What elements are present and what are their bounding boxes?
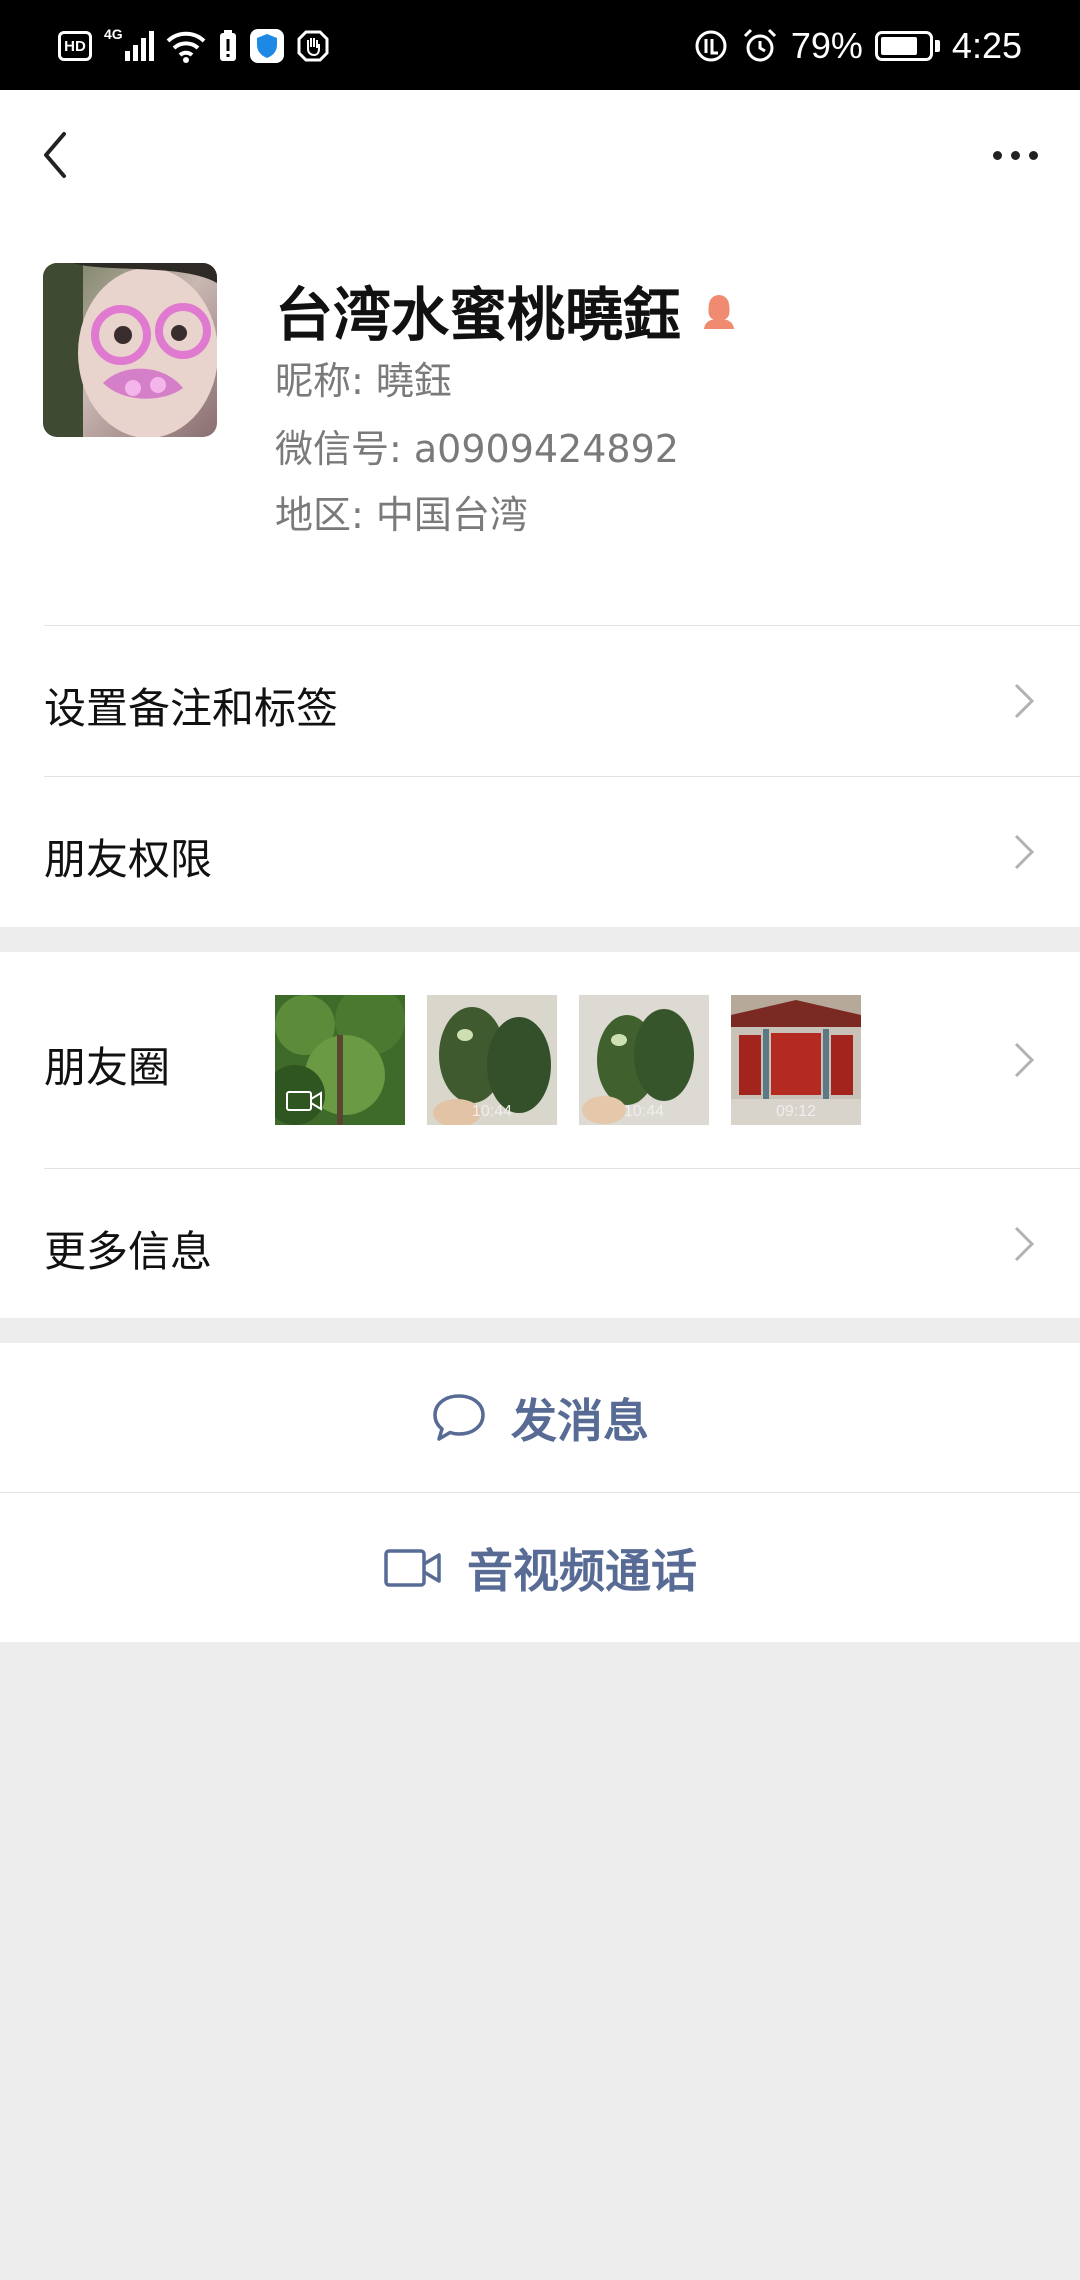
more-options-icon[interactable] xyxy=(980,125,1050,185)
region-text: 地区: 中国台湾 xyxy=(275,493,528,537)
status-bar: HD 4G 79% 4:25 xyxy=(0,0,1080,90)
back-arrow-icon[interactable] xyxy=(30,120,90,190)
thumbnail-time: 10:44 xyxy=(623,1103,665,1120)
top-bar xyxy=(0,90,1080,220)
hd-icon: HD xyxy=(58,31,92,61)
video-camera-icon xyxy=(384,1548,441,1587)
wifi-icon xyxy=(166,31,206,63)
chevron-right-icon xyxy=(1014,1226,1035,1262)
nickname-text: 昵称: 曉鈺 xyxy=(275,359,452,403)
thumbnail-time: 10:44 xyxy=(471,1103,513,1120)
more-info-label: 更多信息 xyxy=(44,1227,213,1276)
chevron-right-icon xyxy=(1014,683,1035,719)
moments-thumbnail[interactable]: 10:44 xyxy=(579,995,709,1125)
signal-icon xyxy=(124,31,154,61)
battery-alert-icon xyxy=(219,30,236,61)
moments-thumbnail[interactable] xyxy=(275,995,405,1125)
friend-permissions-label: 朋友权限 xyxy=(44,835,213,884)
thumbnail-time: 09:12 xyxy=(775,1103,817,1120)
profile-name: 台湾水蜜桃曉鈺 xyxy=(275,281,682,349)
network-type: 4G xyxy=(104,26,123,42)
set-remark-tags-row[interactable]: 设置备注和标签 xyxy=(0,626,1080,776)
more-info-row[interactable]: 更多信息 xyxy=(0,1169,1080,1318)
moments-thumbnail[interactable]: 09:12 xyxy=(731,995,861,1125)
security-shield-icon xyxy=(249,29,284,63)
clock: 4:25 xyxy=(951,25,1022,66)
moments-label: 朋友圈 xyxy=(44,1043,171,1092)
video-indicator-icon xyxy=(286,1091,322,1111)
wechat-id-text: 微信号: a0909424892 xyxy=(275,427,679,471)
settings-panel: 设置备注和标签 朋友权限 xyxy=(0,625,1080,927)
profile-header: 台湾水蜜桃曉鈺 昵称: 曉鈺 微信号: a0909424892 地区: 中国台湾 xyxy=(0,220,1080,625)
hand-icon xyxy=(297,30,329,62)
data-saver-icon xyxy=(695,30,727,62)
chat-bubble-icon xyxy=(433,1393,485,1441)
set-remark-tags-label: 设置备注和标签 xyxy=(44,684,339,733)
send-message-button[interactable]: 发消息 xyxy=(0,1343,1080,1492)
friend-permissions-row[interactable]: 朋友权限 xyxy=(0,777,1080,927)
battery-percent: 79% xyxy=(790,25,863,66)
chevron-right-icon xyxy=(1014,1042,1035,1078)
moments-thumbnail[interactable]: 10:44 xyxy=(427,995,557,1125)
send-message-label: 发消息 xyxy=(511,1393,649,1448)
video-call-button[interactable]: 音视频通话 xyxy=(0,1493,1080,1642)
avatar[interactable] xyxy=(43,263,217,437)
video-call-label: 音视频通话 xyxy=(467,1543,697,1598)
alarm-icon xyxy=(743,28,776,62)
chevron-right-icon xyxy=(1014,834,1035,870)
profile-name-row: 台湾水蜜桃曉鈺 xyxy=(275,268,739,352)
battery-icon xyxy=(874,31,940,61)
female-gender-icon xyxy=(704,295,735,329)
